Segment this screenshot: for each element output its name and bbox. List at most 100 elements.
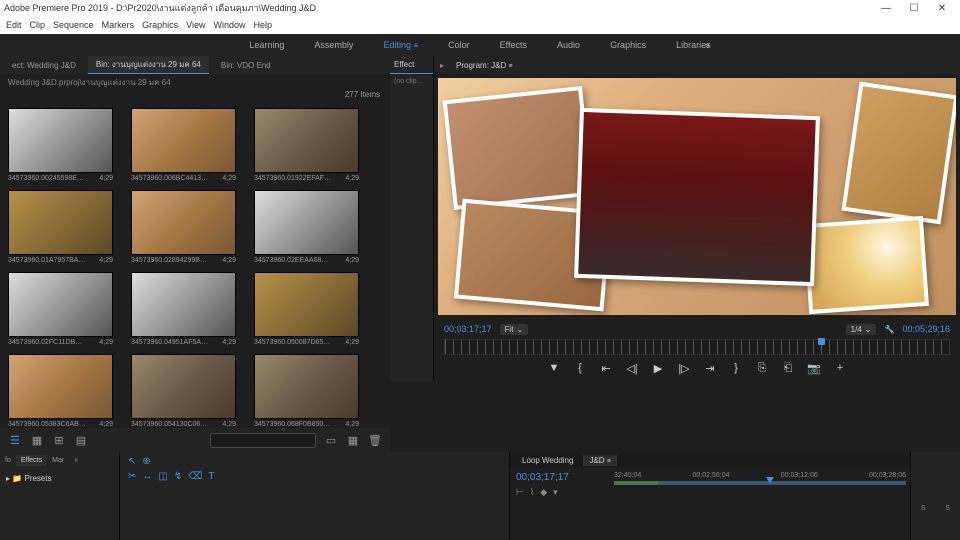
- menu-item[interactable]: Edit: [6, 20, 22, 30]
- clip-thumbnail[interactable]: 34573960.02EEAA68B2D84F…4;29: [254, 190, 359, 266]
- extract-button[interactable]: ⎗: [780, 362, 796, 375]
- program-tab[interactable]: Program: J&D ≡: [450, 59, 519, 72]
- clip-name: 34573960.05383C6AB84F4D…: [8, 421, 86, 428]
- button-editor-button[interactable]: +: [832, 362, 848, 374]
- sequence-tab-active[interactable]: J&D ≡: [583, 455, 616, 466]
- maximize-button[interactable]: ☐: [900, 3, 928, 14]
- scale-dropdown[interactable]: 1/4⌄: [846, 324, 877, 335]
- goto-in-button[interactable]: ⇤: [598, 362, 614, 375]
- icon-view-icon[interactable]: ▦: [30, 433, 44, 447]
- fit-dropdown[interactable]: Fit⌄: [500, 324, 529, 335]
- project-panel-tabs: ect: Wedding J&D Bin: งานบุญแต่งงาน 29 ม…: [0, 56, 390, 74]
- clip-thumbnail[interactable]: 34573960.00245598E8641…4;29: [8, 108, 113, 184]
- mark-out-button[interactable]: }: [728, 362, 744, 374]
- clip-thumbnail[interactable]: 34573960.050087D65ECE4B…4;29: [254, 272, 359, 348]
- chevron-right-icon[interactable]: ▸: [440, 61, 444, 70]
- ripple-tool-icon[interactable]: ✂: [128, 471, 136, 482]
- menu-item[interactable]: Window: [213, 20, 245, 30]
- effects-tab[interactable]: Effects: [16, 455, 47, 466]
- workspace-tab[interactable]: Graphics: [610, 40, 646, 50]
- new-bin-icon[interactable]: ▭: [324, 433, 338, 447]
- timeline-playhead-icon[interactable]: [766, 477, 774, 483]
- timeline-timecode[interactable]: 00;03;17;17: [516, 472, 604, 483]
- chevron-right-icon[interactable]: ▸: [6, 474, 10, 483]
- clip-thumbnail[interactable]: 34573960.02FC11DB600D43…4;29: [8, 272, 113, 348]
- add-marker-button[interactable]: ▼: [546, 362, 562, 374]
- export-frame-button[interactable]: 📷: [806, 362, 822, 375]
- bin-tab-active[interactable]: Bin: งานบุญแต่งงาน 29 มค 64: [88, 56, 209, 74]
- panel-tab[interactable]: fo: [0, 455, 16, 466]
- effect-panel-title[interactable]: Effect: [390, 56, 433, 74]
- workspace-tab[interactable]: Assembly: [314, 40, 353, 50]
- workspace-more-icon[interactable]: »: [705, 40, 710, 50]
- clip-thumbnail[interactable]: 34573960.01922EFAF05242D…4;29: [254, 108, 359, 184]
- program-monitor: ▸ Program: J&D ≡ 00;03;17;17 Fit⌄: [434, 56, 960, 381]
- pen-tool-icon[interactable]: ◫: [158, 471, 167, 482]
- rate-stretch-tool-icon[interactable]: ↯: [174, 471, 182, 482]
- clip-thumbnail[interactable]: 34573960.054130C06AB04F…4;29: [131, 354, 236, 428]
- timeline-track[interactable]: [614, 481, 906, 485]
- playhead-icon[interactable]: [818, 338, 825, 345]
- bin-tab[interactable]: Bin: VDO End: [213, 59, 279, 72]
- breadcrumb[interactable]: Wedding J&D.prproj\งานบุญแต่งงาน 29 มค 6…: [0, 74, 390, 90]
- step-forward-button[interactable]: |▷: [676, 362, 692, 375]
- clip-name: 34573960.006BC441342A41…: [131, 175, 209, 182]
- menu-item[interactable]: Graphics: [142, 20, 178, 30]
- trash-icon[interactable]: 🗑: [368, 433, 382, 447]
- type-tool-icon[interactable]: T: [208, 471, 214, 482]
- goto-out-button[interactable]: ⇥: [702, 362, 718, 375]
- wrench-icon[interactable]: 🔧: [884, 325, 894, 334]
- new-item-icon[interactable]: ▦: [346, 433, 360, 447]
- mark-in-button[interactable]: {: [572, 362, 588, 374]
- collage-photo: [803, 216, 929, 314]
- list-view-icon[interactable]: ☰: [8, 433, 22, 447]
- clip-thumbnail[interactable]: 34573960.006BC441342A41…4;29: [131, 108, 236, 184]
- timeline-ruler-area[interactable]: 32;40;04 00;02;56;04 00;03;12;06 00;03;2…: [610, 468, 910, 540]
- snap-icon[interactable]: ⊢: [516, 487, 524, 498]
- selection-tool-icon[interactable]: ↖: [128, 456, 136, 467]
- workspace-tab[interactable]: Audio: [557, 40, 580, 50]
- close-button[interactable]: ✕: [928, 3, 956, 14]
- play-button[interactable]: ▶: [650, 362, 666, 375]
- settings-icon[interactable]: ▾: [553, 487, 558, 498]
- timeline-segment[interactable]: [658, 481, 906, 485]
- clip-thumbnail[interactable]: 34573960.01A7957BA43E45…4;29: [8, 190, 113, 266]
- clip-thumbnail[interactable]: 34573960.04951AF5A08548…4;29: [131, 272, 236, 348]
- project-tab[interactable]: ect: Wedding J&D: [4, 59, 84, 72]
- presets-label[interactable]: Presets: [24, 474, 51, 483]
- menu-item[interactable]: Sequence: [53, 20, 94, 30]
- program-viewer[interactable]: [438, 78, 956, 315]
- program-timecode[interactable]: 00;03;17;17: [444, 324, 492, 334]
- menu-item[interactable]: Help: [253, 20, 272, 30]
- panel-tab[interactable]: Mar: [47, 455, 69, 466]
- minimize-button[interactable]: —: [872, 3, 900, 14]
- freeform-view-icon[interactable]: ⊞: [52, 433, 66, 447]
- sort-icon[interactable]: ▤: [74, 433, 88, 447]
- marker-icon[interactable]: ◆: [540, 487, 547, 498]
- workspace-tab[interactable]: Learning: [249, 40, 284, 50]
- lift-button[interactable]: ⎘: [754, 362, 770, 375]
- time-mark: 00;02;56;04: [693, 472, 730, 479]
- program-time-ruler[interactable]: [444, 339, 950, 355]
- workspace-tab-editing[interactable]: Editing ≡: [383, 40, 418, 50]
- solo-button[interactable]: S: [945, 505, 950, 512]
- menu-item[interactable]: Clip: [30, 20, 46, 30]
- search-input[interactable]: [210, 433, 316, 448]
- link-icon[interactable]: ⌇: [530, 487, 534, 498]
- more-tabs-icon[interactable]: »: [69, 455, 83, 466]
- sequence-tab[interactable]: Loop Wedding: [516, 455, 579, 466]
- search-field[interactable]: [210, 433, 316, 448]
- menu-item[interactable]: View: [186, 20, 205, 30]
- razor-tool-icon[interactable]: ⌫: [188, 471, 202, 482]
- clip-thumbnail[interactable]: 34573960.02894299B9F348…4;29: [131, 190, 236, 266]
- workspace-tab[interactable]: Color: [448, 40, 470, 50]
- clip-thumbnail[interactable]: 34573960.05383C6AB84F4D…4;29: [8, 354, 113, 428]
- solo-button[interactable]: S: [921, 505, 926, 512]
- menu-item[interactable]: Markers: [102, 20, 135, 30]
- workspace-tab[interactable]: Effects: [500, 40, 527, 50]
- clip-thumbnail[interactable]: 34573960.068F0B850F9B42F…4;29: [254, 354, 359, 428]
- step-back-button[interactable]: ◁|: [624, 362, 640, 375]
- slip-tool-icon[interactable]: ↔: [142, 471, 152, 482]
- track-select-tool-icon[interactable]: ⊕: [142, 456, 150, 467]
- timeline-segment[interactable]: [614, 481, 658, 485]
